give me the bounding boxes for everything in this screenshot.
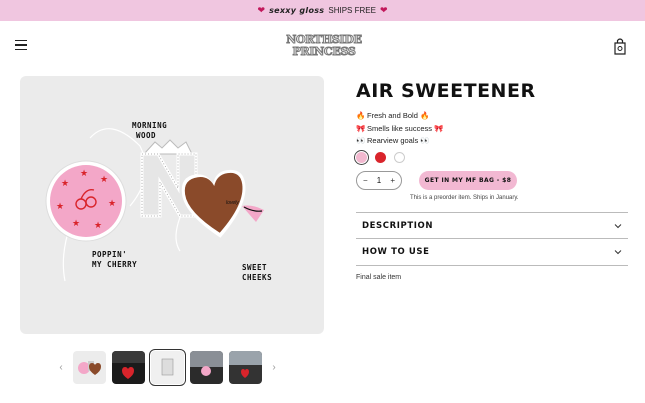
chevron-down-icon xyxy=(614,224,622,229)
svg-text:★: ★ xyxy=(80,168,88,178)
swatch-pink[interactable] xyxy=(354,150,369,165)
ribbon-icon: 🎀 xyxy=(434,123,444,133)
accordion-how-to-use[interactable]: HOW TO USE xyxy=(356,238,628,265)
thumbnail-2[interactable] xyxy=(112,350,145,384)
svg-text:★: ★ xyxy=(100,174,108,184)
color-swatches xyxy=(354,150,405,165)
thumbnail-4[interactable] xyxy=(190,350,223,384)
shopping-bag-icon[interactable] xyxy=(613,37,627,55)
announcement-bar: ❤ sexxy gloss SHIPS FREE ❤ xyxy=(0,0,645,21)
accordion-label: HOW TO USE xyxy=(362,247,430,257)
announcement-text: SHIPS FREE xyxy=(328,6,376,15)
label-morning-line2: WOOD xyxy=(136,131,156,140)
product-title: AIR SWEETENER xyxy=(356,80,536,102)
quantity-value[interactable]: 1 xyxy=(377,176,381,185)
thumbnail-strip: ‹ › xyxy=(55,348,295,386)
site-logo[interactable]: NORTHSIDE PRINCESS xyxy=(282,32,366,60)
bullet-text: Rearview goals xyxy=(367,136,419,145)
fire-icon: 🔥 xyxy=(419,111,430,120)
label-cherry-line2: MY CHERRY xyxy=(92,260,137,269)
chevron-down-icon xyxy=(614,250,622,255)
label-sweet-line1: SWEET xyxy=(242,263,267,272)
eyes-icon: 👀 xyxy=(356,136,366,145)
svg-text:★: ★ xyxy=(94,220,102,230)
svg-text:★: ★ xyxy=(108,198,116,208)
final-sale-note: Final sale item xyxy=(356,274,402,281)
eyes-icon: 👀 xyxy=(420,136,430,145)
site-header: NORTHSIDE PRINCESS xyxy=(0,21,645,71)
svg-text:★: ★ xyxy=(56,201,64,211)
bullet-text: Smells like success xyxy=(367,123,433,133)
logo-line-2: PRINCESS xyxy=(292,45,356,58)
divider xyxy=(356,265,628,266)
thumbnail-5[interactable] xyxy=(229,350,262,384)
announcement-brand: sexxy gloss xyxy=(269,6,325,15)
chevron-left-icon[interactable]: ‹ xyxy=(55,362,67,373)
svg-text:★: ★ xyxy=(61,178,69,188)
hamburger-icon[interactable] xyxy=(15,40,27,50)
thumbnail-3[interactable] xyxy=(149,348,186,386)
ribbon-icon: 🎀 xyxy=(356,123,366,133)
label-morning-line1: MORNING xyxy=(132,121,167,130)
thumbnail-1[interactable] xyxy=(73,350,106,384)
main-product-image[interactable]: ★ ★ ★ ★ ★ ★ ★ lovely MORNING WOOD POPPIN… xyxy=(20,76,324,334)
accordion-description[interactable]: DESCRIPTION xyxy=(356,212,628,239)
svg-text:★: ★ xyxy=(72,218,80,228)
decrease-button[interactable]: − xyxy=(363,176,368,185)
fire-icon: 🔥 xyxy=(356,111,366,120)
preorder-note: This is a preorder item. Ships in Januar… xyxy=(410,195,519,201)
swatch-white[interactable] xyxy=(394,152,405,163)
bullet-item: 👀 Rearview goals 👀 xyxy=(356,135,443,148)
quantity-stepper: − 1 + xyxy=(356,171,402,190)
product-bullets: 🔥 Fresh and Bold 🔥 🎀 Smells like success 🎀… xyxy=(356,110,443,148)
bullet-item: 🔥 Fresh and Bold 🔥 xyxy=(356,110,443,123)
heart-gem-icon: ❤ xyxy=(257,5,266,15)
accordion-label: DESCRIPTION xyxy=(362,221,434,231)
add-to-bag-button[interactable]: GET IN MY MF BAG - $8 xyxy=(419,171,517,190)
bullet-text: Fresh and Bold xyxy=(367,111,418,120)
bullet-item: 🎀 Smells like success 🎀 xyxy=(356,123,443,136)
swatch-red[interactable] xyxy=(375,152,386,163)
label-sweet-line2: CHEEKS xyxy=(242,273,272,282)
heart-gem-icon: ❤ xyxy=(379,5,388,15)
increase-button[interactable]: + xyxy=(390,176,395,185)
svg-text:lovely: lovely xyxy=(226,200,239,206)
label-cherry-line1: POPPIN' xyxy=(92,250,127,259)
chevron-right-icon[interactable]: › xyxy=(268,362,280,373)
